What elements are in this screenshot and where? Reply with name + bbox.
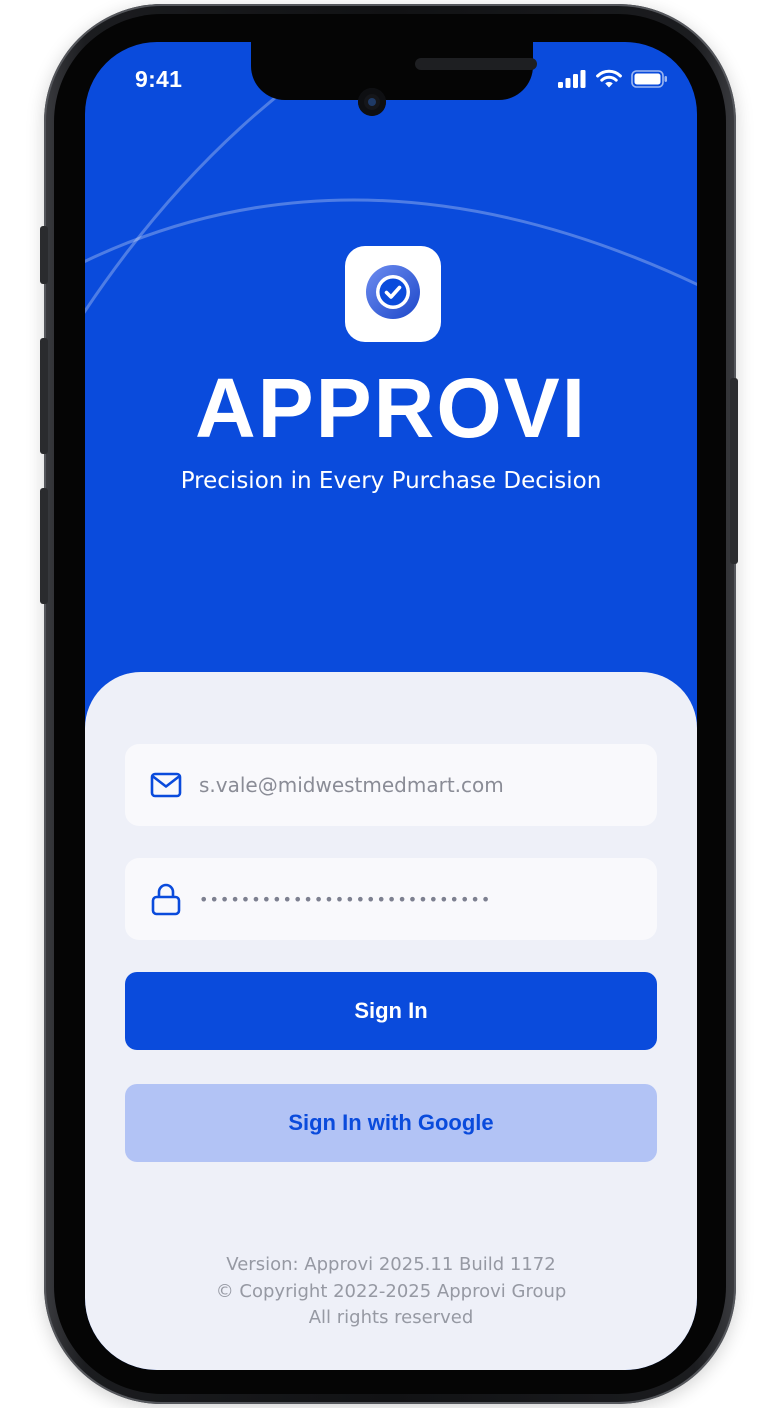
battery-icon <box>631 69 669 93</box>
app-footer: Version: Approvi 2025.11 Build 1172 © Co… <box>85 1252 697 1332</box>
rights-text: All rights reserved <box>308 1307 474 1328</box>
status-time: 9:41 <box>135 66 183 92</box>
status-icons <box>557 69 669 93</box>
signal-icon <box>557 69 587 93</box>
app-tagline: Precision in Every Purchase Decision <box>180 468 602 494</box>
volume-up-button <box>40 338 48 454</box>
mail-icon <box>149 768 183 802</box>
app-logo <box>345 246 441 342</box>
login-card: s.vale@midwestmedmart.com ••••••••••••••… <box>85 672 697 1370</box>
wifi-icon <box>595 69 623 93</box>
volume-down-button <box>40 488 48 604</box>
notch <box>251 42 533 100</box>
speaker-grille <box>415 58 537 70</box>
email-value: s.vale@midwestmedmart.com <box>199 773 504 797</box>
copyright-text: © Copyright 2022-2025 Approvi Group <box>215 1280 567 1302</box>
sign-in-google-button[interactable]: Sign In with Google <box>125 1084 657 1162</box>
check-circle-icon <box>365 264 421 324</box>
power-button <box>730 378 738 564</box>
password-value: •••••••••••••••••••••••••••• <box>199 889 492 909</box>
password-field[interactable]: •••••••••••••••••••••••••••• <box>125 858 657 940</box>
app-screen: 9:41 APPROVI Precision in Every Purchase… <box>85 42 697 1370</box>
lock-icon <box>149 882 183 916</box>
email-field[interactable]: s.vale@midwestmedmart.com <box>125 744 657 826</box>
silent-switch <box>40 226 48 284</box>
front-camera <box>358 88 386 116</box>
app-name: APPROVI <box>194 361 588 455</box>
sign-in-button[interactable]: Sign In <box>125 972 657 1050</box>
version-text: Version: Approvi 2025.11 Build 1172 <box>226 1254 556 1275</box>
